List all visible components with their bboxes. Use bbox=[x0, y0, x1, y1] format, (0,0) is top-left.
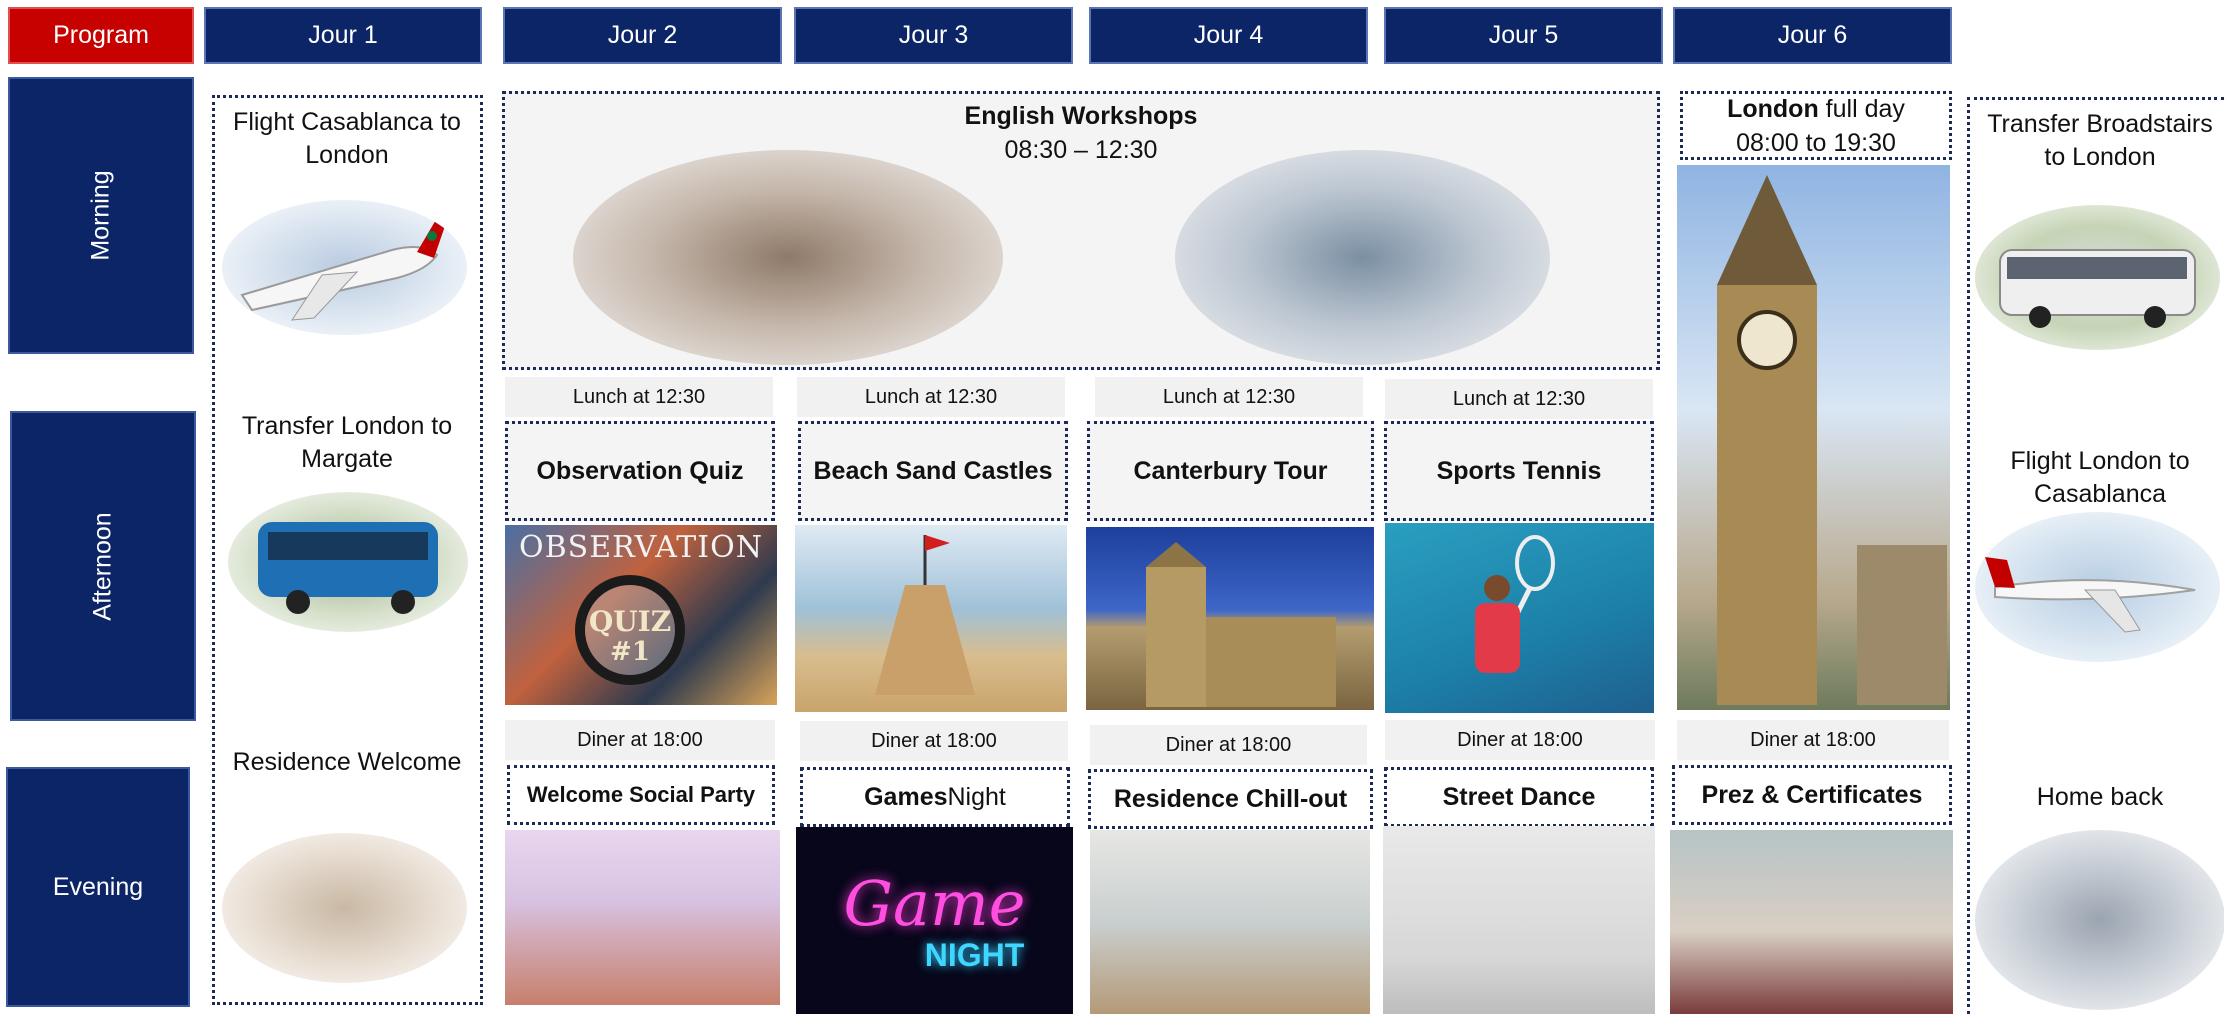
diner-label-2: Diner at 18:00 bbox=[505, 720, 775, 760]
social-party-image bbox=[505, 830, 780, 1005]
day-header-4: Jour 4 bbox=[1089, 7, 1368, 64]
big-ben-image bbox=[1677, 165, 1950, 710]
home-back-text: Home back bbox=[2036, 783, 2164, 811]
sand-castle-image bbox=[795, 525, 1067, 712]
bus-icon bbox=[258, 522, 438, 614]
bus-image bbox=[228, 492, 468, 632]
residence-lounge-image bbox=[1090, 830, 1370, 1014]
program-header: Program bbox=[8, 7, 194, 64]
observation-quiz-image: OBSERVATION QUIZ #1 bbox=[505, 525, 777, 705]
tennis-racket-icon bbox=[1475, 535, 1555, 673]
period-morning-label: Morning bbox=[86, 170, 115, 261]
sand-castle-icon bbox=[875, 535, 975, 695]
london-title-bold: London bbox=[1727, 95, 1819, 123]
airplane-icon-return bbox=[1985, 557, 2196, 633]
lunch-label-3: Lunch at 12:30 bbox=[797, 377, 1065, 417]
quiz-image-text: QUIZ bbox=[588, 605, 672, 638]
day-label-4: Jour 4 bbox=[1193, 21, 1264, 49]
game-night-image: Game NIGHT bbox=[796, 827, 1073, 1014]
day1-evening-text: Residence Welcome bbox=[232, 748, 462, 776]
coach-bus-icon bbox=[1999, 249, 2196, 328]
day-label-6: Jour 6 bbox=[1777, 21, 1848, 49]
clock-tower-icon bbox=[1717, 175, 1947, 705]
cathedral-icon bbox=[1146, 542, 1336, 707]
diner-label-4: Diner at 18:00 bbox=[1090, 725, 1367, 765]
airplane-icon bbox=[240, 218, 447, 321]
activity-street-dance: Street Dance bbox=[1384, 767, 1654, 827]
period-evening: Evening bbox=[6, 767, 190, 1007]
day-header-2: Jour 2 bbox=[503, 7, 782, 64]
kids-studying-image bbox=[1175, 150, 1550, 365]
day-header-1: Jour 1 bbox=[204, 7, 482, 64]
day-label-5: Jour 5 bbox=[1488, 21, 1559, 49]
activity-observation-quiz: Observation Quiz bbox=[505, 421, 775, 521]
plane-image bbox=[222, 200, 467, 335]
observation-image-text: OBSERVATION bbox=[519, 530, 763, 565]
street-dance-image bbox=[1383, 826, 1655, 1014]
day-label-1: Jour 1 bbox=[308, 21, 378, 49]
diner-label-6: Diner at 18:00 bbox=[1677, 720, 1949, 760]
home-back-image bbox=[1975, 830, 2224, 1010]
london-title-rest: full day bbox=[1818, 95, 1905, 123]
london-time: 08:00 to 19:30 bbox=[1736, 129, 1896, 157]
activity-prez-certificates: Prez & Certificates bbox=[1672, 765, 1952, 825]
residence-welcome-image bbox=[222, 833, 467, 983]
games-night-rest: Night bbox=[947, 782, 1006, 811]
london-title: London full day bbox=[1680, 95, 1952, 124]
day-label-2: Jour 2 bbox=[607, 21, 678, 49]
certificates-image bbox=[1670, 830, 1953, 1014]
classroom-students-image bbox=[573, 150, 1003, 365]
workshops-time: 08:30 – 12:30 bbox=[1004, 136, 1158, 164]
transfer-broadstairs-text: Transfer Broadstairs to London bbox=[1987, 110, 2213, 171]
period-afternoon: Afternoon bbox=[10, 411, 196, 721]
activity-residence-chill-out: Residence Chill-out bbox=[1088, 769, 1373, 829]
plane-image-return bbox=[1975, 512, 2220, 662]
period-afternoon-label: Afternoon bbox=[88, 511, 117, 621]
day1-afternoon-text: Transfer London to Margate bbox=[241, 412, 453, 473]
canterbury-cathedral-image bbox=[1086, 527, 1374, 710]
lunch-label-4: Lunch at 12:30 bbox=[1095, 377, 1363, 417]
games-night-bold: Games bbox=[864, 782, 948, 811]
program-label: Program bbox=[53, 21, 149, 49]
day-header-5: Jour 5 bbox=[1384, 7, 1663, 64]
day-header-6: Jour 6 bbox=[1673, 7, 1952, 64]
diner-label-5: Diner at 18:00 bbox=[1385, 720, 1655, 760]
day-header-3: Jour 3 bbox=[794, 7, 1073, 64]
game-neon-text: Game bbox=[843, 867, 1026, 940]
activity-sports-tennis: Sports Tennis bbox=[1384, 421, 1654, 521]
quiz-number-text: #1 bbox=[610, 637, 650, 667]
period-morning: Morning bbox=[8, 77, 194, 354]
activity-games-night: Games Night bbox=[800, 767, 1070, 827]
day1-morning-text: Flight Casablanca to London bbox=[233, 108, 461, 169]
lunch-label-5: Lunch at 12:30 bbox=[1385, 379, 1653, 419]
lunch-label-2: Lunch at 12:30 bbox=[505, 377, 773, 417]
day-label-3: Jour 3 bbox=[898, 21, 969, 49]
tennis-image bbox=[1385, 523, 1654, 713]
flight-london-casablanca-text: Flight London to Casablanca bbox=[2010, 447, 2190, 508]
activity-canterbury-tour: Canterbury Tour bbox=[1087, 421, 1374, 521]
activity-beach-sand-castles: Beach Sand Castles bbox=[798, 421, 1068, 521]
activity-welcome-social-party: Welcome Social Party bbox=[507, 765, 775, 825]
night-neon-text: NIGHT bbox=[924, 937, 1025, 973]
workshops-title: English Workshops bbox=[964, 102, 1198, 130]
diner-label-3: Diner at 18:00 bbox=[800, 721, 1068, 761]
coach-image bbox=[1975, 205, 2220, 350]
period-evening-label: Evening bbox=[52, 872, 144, 901]
